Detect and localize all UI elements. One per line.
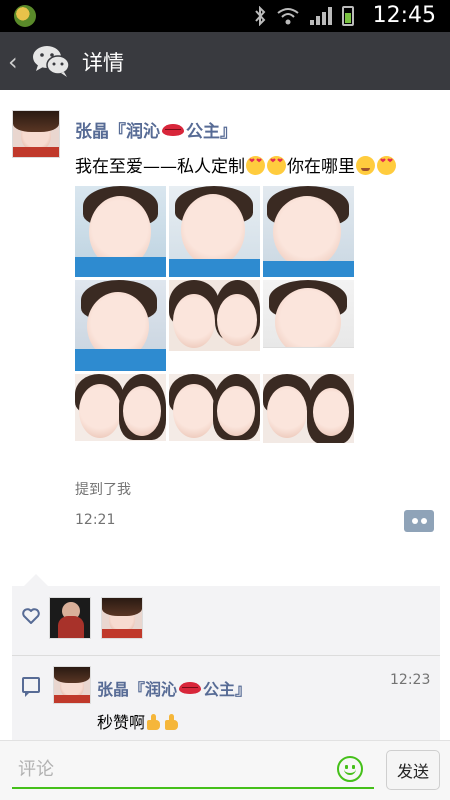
comment-text: 秒赞啊 [97,709,181,733]
title-bar: ‹ 详情 [0,32,450,90]
comment-icon [22,677,40,697]
post-photo[interactable] [263,374,354,465]
post-photo[interactable] [75,374,166,465]
commenter-name[interactable]: 张晶『润沁 公主』 [97,676,251,700]
post-photo[interactable] [169,186,260,277]
notification-app-icon [14,5,36,27]
heart-outline-icon [22,608,40,624]
post-photo[interactable] [169,374,260,465]
thumbs-up-emoji-icon [145,713,163,731]
post-text: 我在至爱——私人定制 你在哪里 [75,152,397,177]
commenter-name-suffix: 公主』 [203,680,252,699]
commenter-avatar[interactable] [53,666,91,704]
battery-icon [342,6,354,26]
lips-emoji-icon [179,682,202,694]
send-button[interactable]: 发送 [386,750,440,790]
post-photo[interactable] [263,280,354,371]
author-name-suffix: 公主』 [186,122,237,142]
lips-emoji-icon [162,124,184,136]
wechat-logo-icon[interactable] [32,44,70,78]
chevron-left-icon[interactable]: ‹ [8,48,18,76]
status-bar: 12:45 [0,0,450,32]
post-photo[interactable] [75,280,166,371]
post-author-avatar[interactable] [12,110,60,158]
mentioned-me-label: 提到了我 [75,482,131,498]
liker-avatar[interactable] [101,597,143,639]
heart-eyes-emoji-icon [246,156,265,175]
bluetooth-icon [255,6,266,26]
panel-arrow [24,574,48,586]
comment-input[interactable] [12,751,374,789]
liker-avatar[interactable] [49,597,91,639]
more-actions-button[interactable] [404,510,434,532]
post-text-middle: 你在哪里 [287,157,355,177]
heart-eyes-emoji-icon [377,156,396,175]
signal-icon [310,7,332,25]
status-time: 12:45 [372,3,436,28]
comment-timestamp: 12:23 [390,672,431,688]
heart-eyes-emoji-icon [267,156,286,175]
page-title: 详情 [82,51,124,75]
thumbs-up-emoji-icon [163,713,181,731]
wifi-icon [277,8,299,25]
post-text-prefix: 我在至爱——私人定制 [75,157,245,177]
comment-text-body: 秒赞啊 [97,713,146,732]
post-photo[interactable] [75,186,166,277]
comment-input-bar: 发送 [0,740,450,800]
divider [12,655,440,656]
commenter-name-text: 张晶『润沁 [97,680,178,699]
author-name-text: 张晶『润沁 [75,122,160,142]
photo-grid [75,186,354,466]
post-photo[interactable] [169,280,260,371]
smitten-emoji-icon [356,156,375,175]
post-author-name[interactable]: 张晶『润沁 公主』 [75,117,237,142]
post-timestamp: 12:21 [75,512,116,528]
post-photo[interactable] [263,186,354,277]
status-icons [254,6,354,26]
emoji-smiley-icon[interactable] [337,756,363,782]
